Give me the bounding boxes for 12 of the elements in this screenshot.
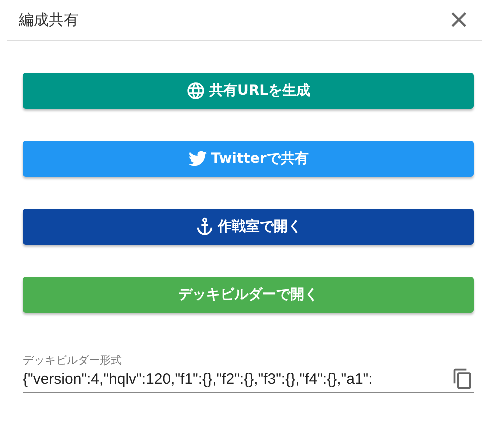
- text-field[interactable]: デッキビルダー形式 {"version":4,"hqlv":120,"f1":{},"f2":{},"f3":{},"f4":{},"a1":: [23, 353, 474, 393]
- close-button[interactable]: ×: [448, 7, 470, 33]
- copy-icon[interactable]: [452, 368, 474, 390]
- anchor-icon: [195, 217, 215, 237]
- action-button[interactable]: 共有URLを生成: [23, 73, 474, 109]
- bird-icon: [188, 149, 208, 169]
- globe-icon: [186, 81, 206, 101]
- action-button[interactable]: Twitterで共有: [23, 141, 474, 177]
- action-button[interactable]: 作戦室で開く: [23, 209, 474, 245]
- field-value: {"version":4,"hqlv":120,"f1":{},"f2":{},"f3":{},"f4":{},"a1":: [23, 370, 373, 388]
- field-label: デッキビルダー形式: [23, 353, 122, 368]
- dialog-title: 編成共有: [19, 10, 79, 30]
